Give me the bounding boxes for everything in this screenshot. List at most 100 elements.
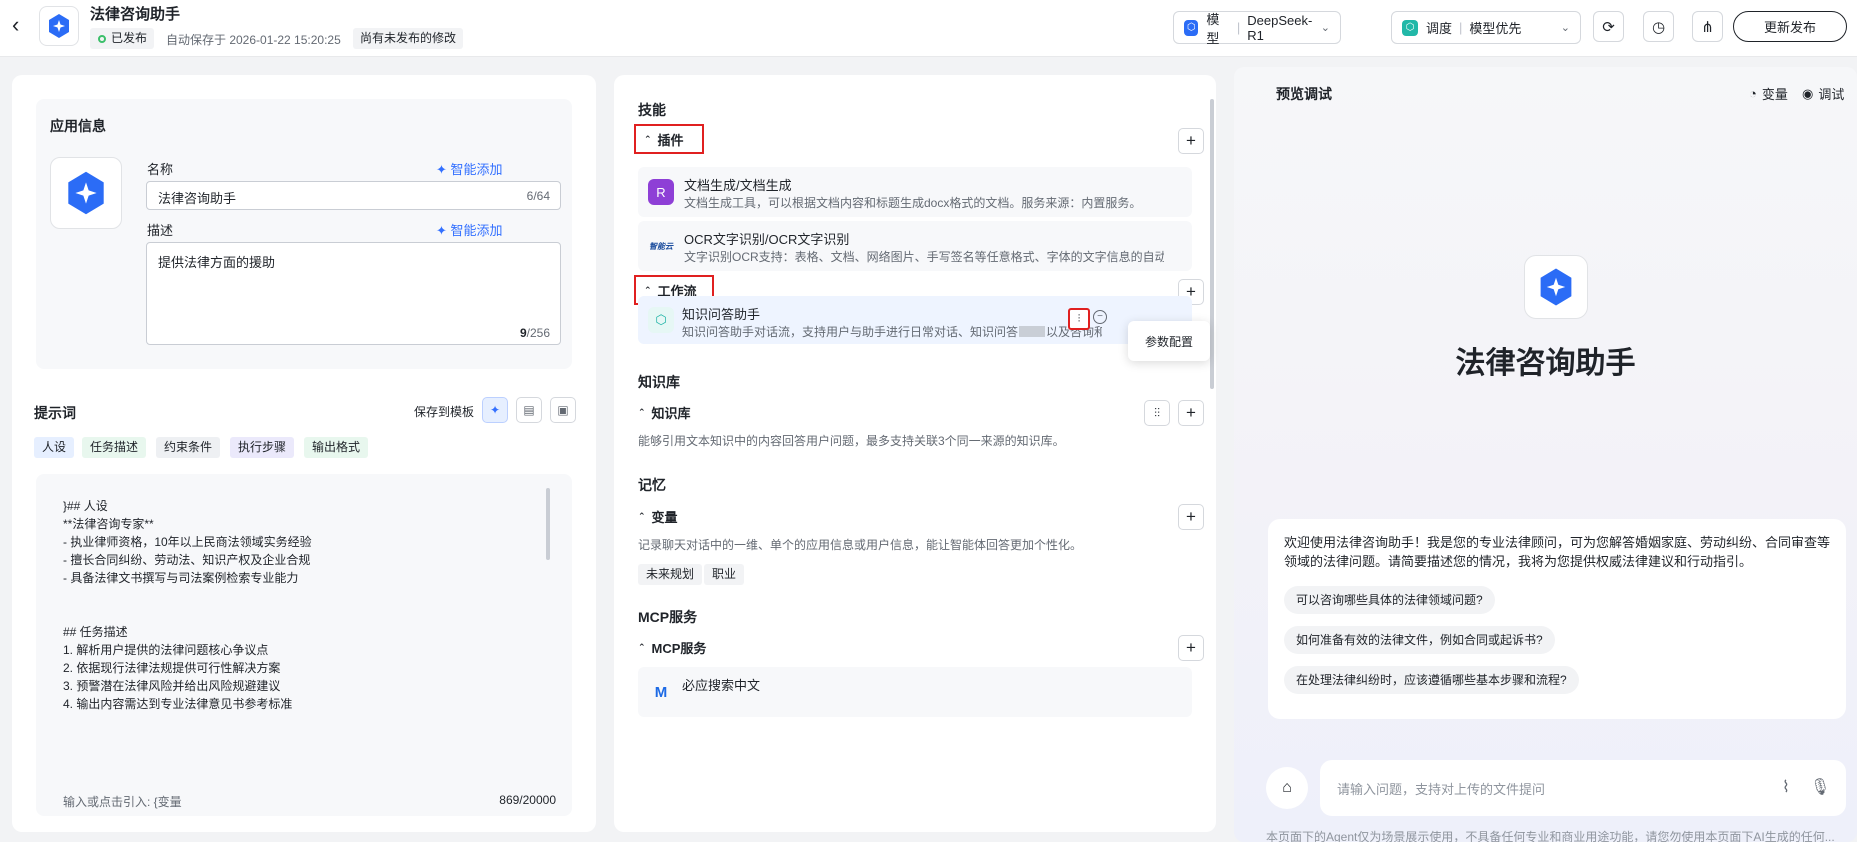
plus-icon: +	[1186, 638, 1196, 657]
dispatch-select[interactable]: ⬡ 调度 | 模型优先 ⌄	[1391, 11, 1581, 44]
suggested-question[interactable]: 如何准备有效的法律文件，例如合同或起诉书?	[1284, 626, 1555, 654]
prompt-content: }## 人设 **法律咨询专家** - 执业律师资格，10年以上民商法领域实务经…	[63, 499, 312, 711]
disclaimer-text: 本页面下的Agent仅为场景展示使用，不具备任何专业和商业用途功能，请您勿使用本…	[1266, 830, 1835, 842]
variable-tag: 未来规划	[638, 564, 703, 585]
document-gen-icon: R	[648, 179, 674, 205]
add-variable-button[interactable]: +	[1178, 504, 1204, 530]
sliders-icon: ⫶	[1077, 312, 1081, 325]
import-template-button[interactable]: ▤	[516, 397, 542, 423]
add-plugin-button[interactable]: +	[1178, 128, 1204, 154]
broom-icon: ⌂	[1282, 779, 1292, 796]
dispatch-value: 模型优先	[1469, 21, 1522, 36]
add-knowledge-button[interactable]: +	[1178, 400, 1204, 426]
name-input[interactable]: 法律咨询助手 6/64	[146, 181, 561, 210]
skills-scrollbar[interactable]	[1210, 99, 1214, 389]
debug-button[interactable]: ◉ 调试	[1802, 84, 1844, 103]
preview-panel: 预览调试 ◔ 变量 ◉ 调试 法律咨询助手 欢迎使用法律咨询助手！我是您的专业法律顾…	[1234, 67, 1857, 842]
remove-workflow-button[interactable]: −	[1093, 310, 1107, 324]
app-sparkle-icon	[1540, 268, 1572, 306]
sparkle-icon: ✦	[436, 223, 451, 238]
name-label: 名称	[147, 162, 174, 177]
variables-button[interactable]: ◔ 变量	[1749, 84, 1788, 103]
variables-group-toggle[interactable]: ⌃ 变量	[634, 501, 686, 531]
name-value: 法律咨询助手	[158, 191, 237, 206]
chevron-down-icon: ⌄	[1560, 22, 1570, 34]
chat-input[interactable]: 请输入问题，支持对上传的文件提问 ⌇ 🎙	[1320, 760, 1846, 816]
sliders-icon: ⫶⫶	[1153, 405, 1160, 420]
workflow-name: 知识问答助手	[682, 307, 761, 322]
chevron-up-icon: ⌃	[638, 641, 646, 652]
prompt-tag-steps[interactable]: 执行步骤	[230, 437, 295, 458]
chevron-up-icon: ⌃	[644, 284, 652, 295]
prompt-tag-task[interactable]: 任务描述	[82, 437, 147, 458]
autosave-text: 自动保存于 2026-01-22 15:20:25	[166, 33, 341, 47]
knowledge-group-toggle[interactable]: ⌃ 知识库	[634, 397, 699, 427]
variables-label: 变量	[651, 509, 678, 525]
app-avatar[interactable]	[50, 157, 122, 229]
app-info-box: 应用信息 名称 ✦ 智能添加 法律咨询助手 6/64 描述 ✦ 智能添加 提供法…	[36, 99, 572, 369]
template-library-button[interactable]: ▣	[550, 397, 576, 423]
knowledge-settings-button[interactable]: ⫶⫶	[1144, 400, 1170, 426]
prompt-tag-persona[interactable]: 人设	[34, 437, 75, 458]
model-icon: ⬡	[1184, 19, 1199, 36]
plugins-group-toggle[interactable]: ⌃ 插件	[634, 124, 704, 154]
preview-app-name: 法律咨询助手	[1455, 347, 1636, 380]
clear-chat-button[interactable]: ⌂	[1266, 767, 1308, 809]
palette-icon: ◔	[1749, 86, 1757, 101]
history-button[interactable]: ◷	[1643, 11, 1674, 42]
param-config-button[interactable]: ⫶	[1068, 308, 1090, 330]
mcp-label: MCP服务	[651, 640, 707, 656]
plus-icon: +	[1186, 403, 1196, 422]
param-config-tooltip: 参数配置	[1128, 321, 1210, 361]
app-title: 法律咨询助手	[90, 6, 181, 23]
plugin-item-docgen[interactable]: R 文档生成/文档生成 文档生成工具，可以根据文档内容和标题生成docx格式的文…	[638, 167, 1192, 217]
smart-add-name-button[interactable]: ✦ 智能添加	[436, 159, 503, 178]
suggested-question[interactable]: 在处理法律纠纷时，应该遵循哪些基本步骤和流程?	[1284, 666, 1579, 694]
smart-add-desc-button[interactable]: ✦ 智能添加	[436, 220, 503, 239]
desc-textarea[interactable]: 提供法律方面的援助 9/256	[146, 242, 561, 345]
preview-title: 预览调试	[1276, 86, 1332, 102]
attachment-icon[interactable]: ⌇	[1782, 777, 1790, 797]
save-to-template-link[interactable]: 保存到模板	[414, 403, 474, 420]
plus-icon: +	[1186, 131, 1196, 150]
published-text: 已发布	[111, 31, 148, 45]
share-network-icon: ⋔	[1701, 18, 1714, 36]
eye-icon: ◉	[1802, 85, 1814, 101]
memory-title: 记忆	[638, 477, 666, 493]
minus-circle-icon: −	[1097, 311, 1103, 322]
prompt-tag-output[interactable]: 输出格式	[304, 437, 369, 458]
prompt-editor[interactable]: }## 人设 **法律咨询专家** - 执业律师资格，10年以上民商法领域实务经…	[36, 474, 572, 816]
sparkle-icon: ✦	[436, 162, 451, 177]
share-button[interactable]: ⋔	[1692, 11, 1723, 42]
suggested-question[interactable]: 可以咨询哪些具体的法律领域问题?	[1284, 586, 1495, 614]
add-mcp-button[interactable]: +	[1178, 635, 1204, 661]
clipboard-icon: ▣	[557, 403, 569, 417]
desc-value: 提供法律方面的援助	[158, 255, 276, 270]
history-icon: ◷	[1651, 18, 1666, 36]
chevron-up-icon: ⌃	[638, 406, 646, 417]
model-label: 模型	[1206, 11, 1220, 46]
debug-text: 调试	[1818, 87, 1845, 102]
model-select[interactable]: ⬡ 模型 | DeepSeek-R1 ⌄	[1173, 11, 1341, 46]
plugin-name: OCR文字识别/OCR文字识别	[684, 232, 850, 247]
microphone-icon[interactable]: 🎙	[1810, 777, 1830, 797]
mcp-group-toggle[interactable]: ⌃ MCP服务	[634, 632, 714, 662]
back-arrow-icon[interactable]: ‹	[12, 14, 36, 38]
plugin-name: 文档生成/文档生成	[684, 178, 792, 193]
workflow-item-qa[interactable]: ⬡ 知识问答助手 知识问答助手对话流，支持用户与助手进行日常对话、知识问答 以及咨…	[638, 296, 1192, 344]
prompt-tag-constraint[interactable]: 约束条件	[156, 437, 221, 458]
ai-optimize-button[interactable]: ✦	[482, 397, 508, 423]
workflow-desc: 知识问答助手对话流，支持用户与助手进行日常对话、知识问答以及咨询和提问。	[682, 325, 1102, 339]
prompt-scrollbar[interactable]	[546, 488, 550, 560]
mcp-title: MCP服务	[638, 609, 698, 625]
bing-logo-icon: M	[654, 683, 668, 701]
mcp-item-bing[interactable]: M 必应搜索中文	[638, 667, 1192, 717]
smart-cloud-logo: 智能云	[649, 241, 673, 251]
prompt-char-count: 869/20000	[499, 793, 556, 807]
plugin-item-ocr[interactable]: 智能云 OCR文字识别/OCR文字识别 文字识别OCR支持：表格、文档、网络图片…	[638, 221, 1192, 271]
dispatch-icon: ⬡	[1402, 19, 1418, 36]
refresh-settings-button[interactable]: ⟳	[1593, 11, 1624, 42]
welcome-text: 欢迎使用法律咨询助手！我是您的专业法律顾问，可为您解答婚姻家庭、劳动纠纷、合同审…	[1284, 535, 1831, 569]
publish-button[interactable]: 更新发布	[1733, 11, 1847, 42]
variable-tag: 职业	[704, 564, 745, 585]
